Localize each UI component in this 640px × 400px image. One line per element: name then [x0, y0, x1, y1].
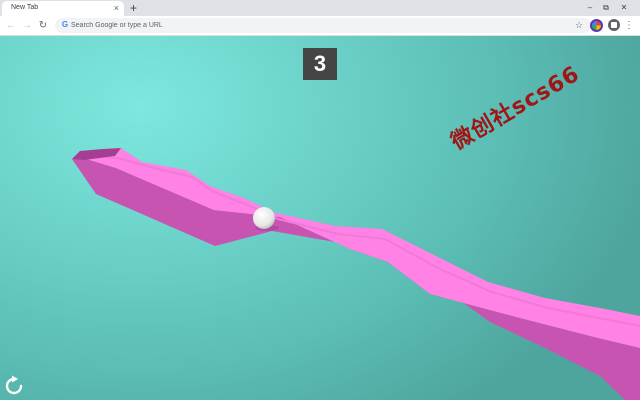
tab-title: New Tab [11, 4, 39, 11]
game-canvas[interactable]: 3 微创社scs66 [0, 36, 640, 400]
tab-strip: New Tab × + – ⧉ ✕ [0, 0, 640, 16]
extensions-puzzle-icon[interactable] [608, 19, 620, 31]
track-top-surface [72, 148, 640, 348]
reload-button[interactable]: ↻ [37, 19, 49, 32]
restore-button[interactable]: ⧉ [601, 3, 611, 13]
profile-avatar-icon[interactable] [590, 19, 603, 32]
back-button[interactable]: ← [5, 19, 17, 32]
restart-button[interactable] [2, 374, 26, 398]
ball [253, 207, 275, 229]
omnibox[interactable]: G [55, 18, 591, 33]
bookmark-star-icon[interactable]: ☆ [574, 19, 584, 32]
tab-close-icon[interactable]: × [114, 3, 119, 13]
new-tab-button[interactable]: + [130, 0, 137, 16]
browser-menu-button[interactable]: ⋮ [624, 19, 634, 32]
restart-icon [5, 375, 23, 395]
tab-new-tab[interactable]: New Tab × [2, 1, 124, 16]
browser-toolbar: ← → ↻ G ☆ ⋮ [0, 16, 640, 36]
minimize-button[interactable]: – [585, 3, 595, 13]
google-g-icon: G [61, 20, 69, 29]
score-counter: 3 [303, 48, 337, 80]
forward-button[interactable]: → [21, 19, 33, 32]
track-side-wall [72, 157, 640, 400]
close-window-button[interactable]: ✕ [619, 3, 629, 13]
omnibox-input[interactable] [71, 19, 551, 32]
